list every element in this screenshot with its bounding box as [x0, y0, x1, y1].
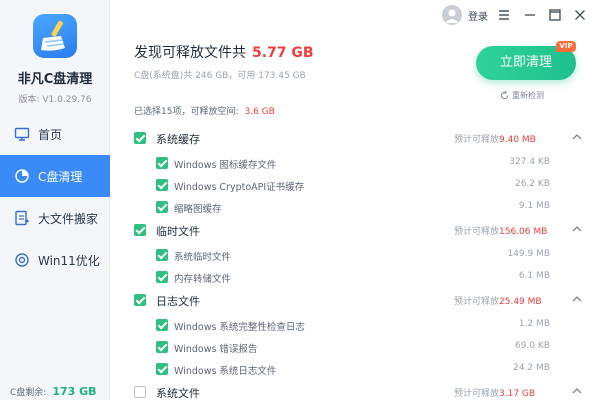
group-name: 系统缓存 [156, 133, 200, 146]
title-prefix: 发现可释放文件共 [134, 45, 246, 61]
refresh-icon [500, 91, 509, 100]
item-name: 内存转储文件 [174, 274, 232, 285]
nav-item-c-clean[interactable]: C盘清理 [0, 155, 110, 197]
nav-label: 首页 [38, 128, 63, 142]
group-name: 临时文件 [156, 225, 200, 238]
folder-move-icon [15, 210, 30, 226]
estimate-label: 预计可释放 [454, 389, 500, 399]
item-name: Windows 图标缓存文件 [174, 160, 277, 171]
disk-free: C盘剩余: 173 GB [10, 385, 97, 398]
disk-icon [15, 169, 29, 183]
group-checkbox[interactable] [134, 224, 146, 236]
group-checkbox[interactable] [134, 386, 146, 398]
group-estimate: 预计可释放156.06 MB [454, 224, 547, 237]
minimize-icon[interactable] [520, 5, 540, 25]
item-size: 9.1 MB [518, 201, 550, 211]
item-name: Windows 系统完整性检查日志 [174, 322, 305, 333]
nav-label: 大文件搬家 [38, 212, 99, 226]
selected-info: 已选择15项，可释放空间: 3.6 GB [134, 104, 275, 117]
item-name: 系统临时文件 [174, 252, 232, 263]
total-size: 5.77 GB [252, 45, 314, 61]
list-item[interactable]: 缩略图缓存 9.1 MB [130, 196, 590, 218]
estimate-label: 预计可释放 [454, 297, 500, 307]
app-name: 非凡C盘清理 [17, 72, 93, 87]
item-size: 69.0 KB [515, 341, 550, 351]
chevron-up-icon[interactable] [570, 222, 584, 236]
list-item[interactable]: 内存转储文件 6.1 MB [130, 266, 590, 288]
nav-label: C盘清理 [38, 170, 83, 184]
item-name: Windows CryptoAPI证书缓存 [174, 182, 305, 193]
group-size: 156.06 MB [499, 227, 548, 237]
login-link[interactable]: 登录 [468, 8, 488, 23]
item-checkbox[interactable] [156, 249, 168, 261]
list-item[interactable]: Windows 系统完整性检查日志 1.2 MB [130, 314, 590, 336]
item-size: 26.2 KB [515, 179, 550, 189]
group-name: 日志文件 [156, 295, 200, 308]
item-checkbox[interactable] [156, 179, 168, 191]
item-checkbox[interactable] [156, 319, 168, 331]
selected-size: 3.6 GB [244, 107, 275, 117]
group-size: 25.49 MB [499, 297, 542, 307]
broom-icon [41, 20, 65, 51]
rescan-label: 重新检测 [512, 91, 544, 100]
list-item[interactable]: Windows CryptoAPI证书缓存 26.2 KB [130, 174, 590, 196]
item-name: 缩略图缓存 [174, 204, 222, 215]
item-name: Windows 系统日志文件 [174, 366, 277, 377]
vip-badge: VIP [556, 41, 576, 52]
nav-item-win11-optimize[interactable]: Win11优化 [0, 239, 110, 281]
item-checkbox[interactable] [156, 201, 168, 213]
item-size: 6.1 MB [518, 271, 550, 281]
item-checkbox[interactable] [156, 157, 168, 169]
list-item[interactable]: 系统临时文件 149.9 MB [130, 244, 590, 266]
nav-item-home[interactable]: 首页 [0, 113, 110, 155]
item-size: 1.2 MB [518, 319, 550, 329]
disk-info: C盘(系统盘)共 246 GB，可用 173.45 GB [134, 71, 306, 81]
item-checkbox[interactable] [156, 363, 168, 375]
disk-free-value: 173 GB [52, 385, 97, 398]
optimize-icon [15, 253, 29, 267]
selected-prefix: 已选择15项，可释放空间: [134, 107, 239, 117]
group-checkbox[interactable] [134, 294, 146, 306]
app-logo [33, 14, 77, 58]
list-item[interactable]: Windows 错误报告 69.0 KB [130, 336, 590, 358]
group-checkbox[interactable] [134, 132, 146, 144]
list-item[interactable]: Windows 图标缓存文件 327.4 KB [130, 152, 590, 174]
item-checkbox[interactable] [156, 341, 168, 353]
rescan-button[interactable]: 重新检测 [500, 90, 544, 101]
group-name: 系统文件 [156, 387, 200, 400]
menu-icon[interactable] [494, 5, 514, 25]
group-estimate: 预计可释放25.49 MB [454, 294, 542, 307]
item-name: Windows 错误报告 [174, 344, 258, 355]
app-version: 版本: V1.0.29.76 [18, 95, 92, 105]
item-size: 24.2 MB [513, 363, 550, 373]
group-row-temp-files[interactable]: 临时文件 预计可释放156.06 MB [130, 219, 590, 241]
close-icon[interactable] [570, 5, 590, 25]
list-item[interactable]: Windows 系统日志文件 24.2 MB [130, 358, 590, 380]
nav-label: Win11优化 [38, 254, 100, 268]
maximize-icon[interactable] [545, 5, 565, 25]
group-row-log-files[interactable]: 日志文件 预计可释放25.49 MB [130, 289, 590, 311]
chevron-up-icon[interactable] [570, 384, 584, 398]
item-checkbox[interactable] [156, 271, 168, 283]
group-size: 3.17 GB [499, 389, 536, 399]
group-estimate: 预计可释放3.17 GB [454, 386, 535, 399]
estimate-label: 预计可释放 [454, 135, 500, 145]
avatar[interactable] [442, 5, 462, 25]
computer-icon [14, 127, 30, 141]
chevron-up-icon[interactable] [570, 130, 584, 144]
item-size: 149.9 MB [507, 249, 550, 259]
sidebar: 非凡C盘清理 版本: V1.0.29.76 首页 C盘清理 大文件搬家 Win1… [0, 0, 110, 400]
item-size: 327.4 KB [509, 157, 550, 167]
nav-item-big-file-move[interactable]: 大文件搬家 [0, 197, 110, 239]
chevron-up-icon[interactable] [570, 292, 584, 306]
estimate-label: 预计可释放 [454, 227, 500, 237]
page-title: 发现可释放文件共 5.77 GB [134, 42, 314, 62]
group-row-system-files[interactable]: 系统文件 预计可释放3.17 GB [130, 381, 590, 400]
group-size: 9.40 MB [499, 135, 536, 145]
disk-free-label: C盘剩余: [10, 388, 47, 398]
group-row-system-cache[interactable]: 系统缓存 预计可释放9.40 MB [130, 127, 590, 149]
user-icon [445, 9, 459, 23]
group-estimate: 预计可释放9.40 MB [454, 132, 536, 145]
